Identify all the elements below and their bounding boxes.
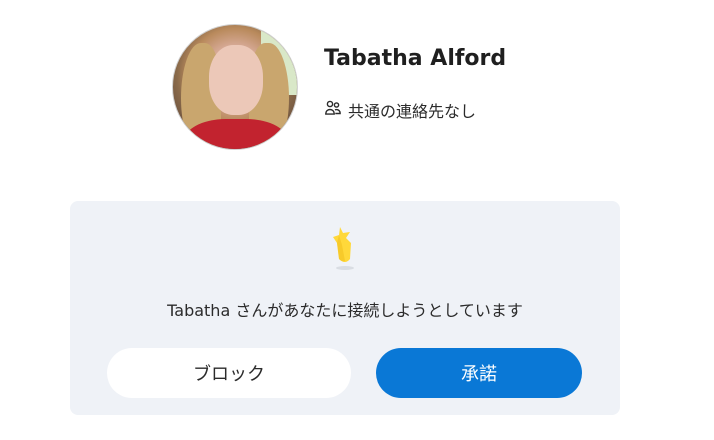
block-button[interactable]: ブロック [107, 348, 351, 398]
mutual-contacts-label: 共通の連絡先なし [348, 102, 477, 121]
contact-name: Tabatha Alford [324, 46, 507, 71]
accept-button[interactable]: 承諾 [376, 348, 582, 398]
people-icon [324, 99, 342, 121]
request-message: Tabatha さんがあなたに接続しようとしています [167, 301, 523, 320]
profile-header: Tabatha Alford 共通の連絡先なし [172, 24, 592, 150]
avatar[interactable] [172, 24, 298, 150]
star-icon [330, 223, 360, 273]
connection-request-card: Tabatha さんがあなたに接続しようとしています ブロック 承諾 [70, 201, 620, 415]
mutual-contacts: 共通の連絡先なし [324, 98, 476, 122]
